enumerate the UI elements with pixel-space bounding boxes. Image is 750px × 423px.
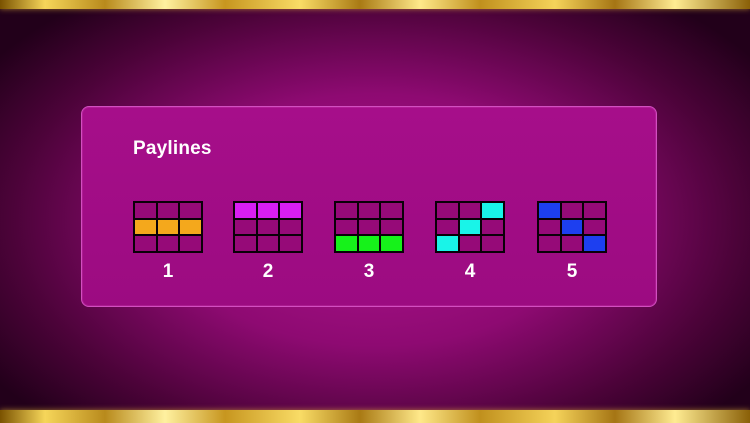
grid-cell-highlighted <box>459 219 481 235</box>
grid-cell-highlighted <box>157 219 179 235</box>
grid-cell-highlighted <box>235 203 256 218</box>
payline-grid <box>233 201 303 253</box>
grid-cell <box>539 219 560 235</box>
grid-cell <box>561 236 583 251</box>
grid-cell-highlighted <box>336 236 357 251</box>
payline-grid <box>133 201 203 253</box>
grid-cell <box>235 236 256 251</box>
grid-cell <box>280 236 301 251</box>
grid-cell <box>280 219 301 235</box>
payline-number: 2 <box>262 261 274 282</box>
payline-3: 3 <box>334 201 404 283</box>
grid-cell <box>482 219 503 235</box>
grid-cell-highlighted <box>257 203 279 218</box>
grid-cell <box>584 219 605 235</box>
grid-cell-highlighted <box>584 236 605 251</box>
grid-cell-highlighted <box>280 203 301 218</box>
paytable-screen: Paylines 1 2 3 4 5 <box>0 0 750 423</box>
grid-cell <box>381 203 402 218</box>
grid-cell-highlighted <box>381 236 402 251</box>
payline-number: 1 <box>162 261 174 282</box>
grid-cell <box>437 203 458 218</box>
grid-cell <box>257 236 279 251</box>
grid-cell <box>180 236 201 251</box>
payline-4: 4 <box>435 201 505 283</box>
grid-cell-highlighted <box>482 203 503 218</box>
bottom-gold-border <box>0 410 750 423</box>
panel-title: Paylines <box>133 138 212 159</box>
grid-cell <box>336 203 357 218</box>
top-gold-border <box>0 0 750 9</box>
grid-cell <box>157 236 179 251</box>
payline-number: 4 <box>464 261 476 282</box>
grid-cell <box>459 236 481 251</box>
payline-grid <box>435 201 505 253</box>
payline-grid <box>537 201 607 253</box>
grid-cell <box>257 219 279 235</box>
grid-cell-highlighted <box>561 219 583 235</box>
grid-cell <box>381 219 402 235</box>
payline-grid <box>334 201 404 253</box>
payline-5: 5 <box>537 201 607 283</box>
grid-cell-highlighted <box>539 203 560 218</box>
grid-cell <box>235 219 256 235</box>
paylines-panel: Paylines 1 2 3 4 5 <box>81 106 657 307</box>
payline-number: 3 <box>363 261 375 282</box>
grid-cell <box>135 236 156 251</box>
grid-cell <box>539 236 560 251</box>
payline-1: 1 <box>133 201 203 283</box>
grid-cell <box>459 203 481 218</box>
payline-2: 2 <box>233 201 303 283</box>
payline-number: 5 <box>566 261 578 282</box>
grid-cell <box>180 203 201 218</box>
grid-cell-highlighted <box>180 219 201 235</box>
grid-cell-highlighted <box>135 219 156 235</box>
grid-cell-highlighted <box>358 236 380 251</box>
grid-cell <box>561 203 583 218</box>
grid-cell <box>482 236 503 251</box>
grid-cell <box>135 203 156 218</box>
grid-cell <box>358 203 380 218</box>
grid-cell <box>336 219 357 235</box>
grid-cell <box>437 219 458 235</box>
grid-cell <box>358 219 380 235</box>
grid-cell <box>157 203 179 218</box>
grid-cell-highlighted <box>437 236 458 251</box>
grid-cell <box>584 203 605 218</box>
